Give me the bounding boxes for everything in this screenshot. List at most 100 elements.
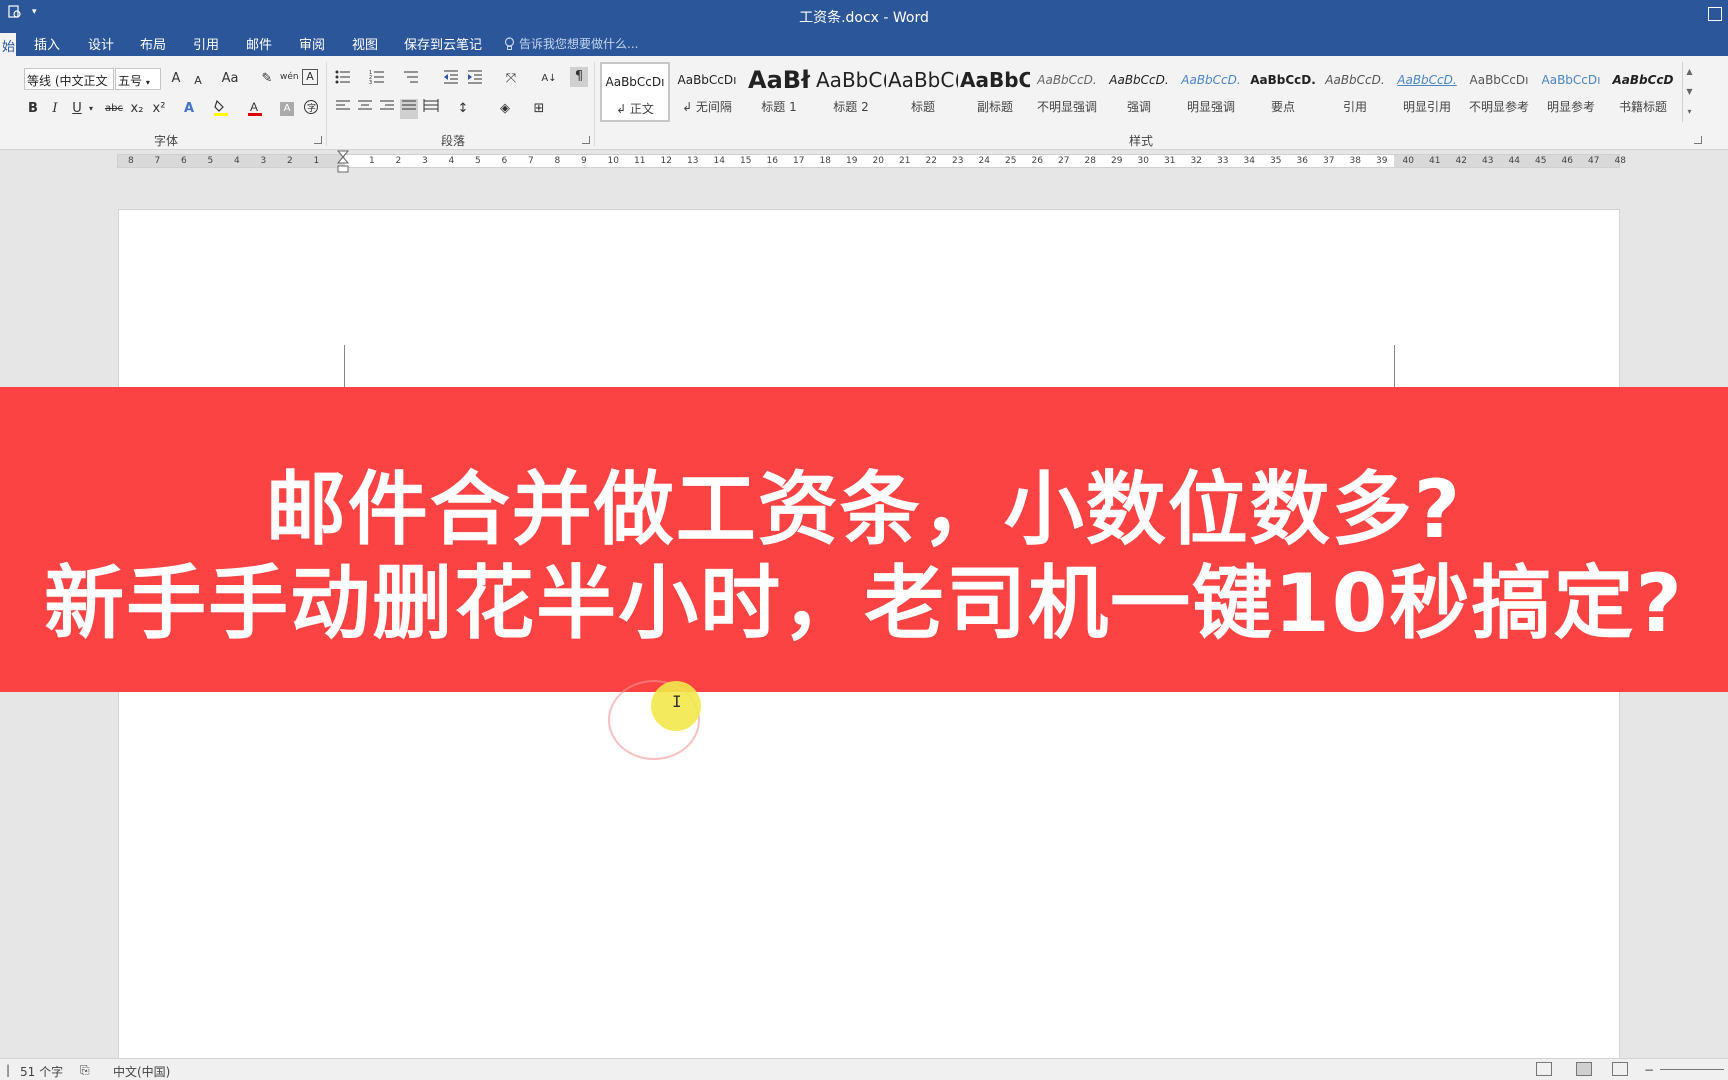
indent-marker-icon[interactable] bbox=[337, 150, 349, 176]
style-item[interactable]: AaBbCcD 书籍标题 bbox=[1608, 62, 1678, 122]
ruler-number: 32 bbox=[1190, 156, 1202, 166]
tab-design[interactable]: 设计 bbox=[84, 34, 118, 53]
strikethrough-button[interactable]: abc bbox=[102, 99, 126, 119]
chevron-up-icon[interactable]: ▲ bbox=[1683, 62, 1696, 82]
text-effects-icon[interactable]: A bbox=[180, 99, 198, 119]
styles-dialog-launcher[interactable] bbox=[1694, 136, 1702, 144]
tab-view[interactable]: 视图 bbox=[348, 34, 382, 53]
restore-window-icon[interactable] bbox=[1708, 7, 1722, 21]
word-count[interactable]: 51 个字 bbox=[20, 1063, 63, 1080]
ruler-number: 40 bbox=[1402, 156, 1414, 166]
ruler-number: 1 bbox=[369, 156, 375, 166]
style-preview: AaBbCcD. bbox=[1250, 73, 1316, 87]
style-item[interactable]: AaBbC(标题 2 bbox=[816, 62, 886, 122]
style-item[interactable]: AaBbCcD. 引用 bbox=[1320, 62, 1390, 122]
style-preview: AaBbCcDı bbox=[1469, 73, 1529, 87]
style-item[interactable]: AaBbCcD. 要点 bbox=[1248, 62, 1318, 122]
ruler-number: 22 bbox=[925, 156, 937, 166]
distributed-icon[interactable] bbox=[422, 99, 440, 119]
chevron-down-icon[interactable]: ▾ bbox=[86, 99, 96, 119]
change-case-button[interactable]: Aa bbox=[218, 69, 242, 89]
shading-icon[interactable]: ◈ bbox=[496, 99, 514, 119]
tab-save-to-cloud-note[interactable]: 保存到云笔记 bbox=[400, 34, 486, 53]
underline-button[interactable]: U bbox=[68, 99, 86, 119]
style-item[interactable]: AaBbCcDı 不明显参考 bbox=[1464, 62, 1534, 122]
phonetic-guide-button[interactable]: wén bbox=[280, 67, 299, 87]
ruler-number: 6 bbox=[181, 156, 187, 166]
increase-indent-icon[interactable] bbox=[466, 69, 484, 89]
ruler-number: 4 bbox=[448, 156, 455, 166]
style-item[interactable]: AaBbC(副标题 bbox=[960, 62, 1030, 122]
char-border-icon[interactable]: A bbox=[302, 69, 318, 85]
chevron-down-icon[interactable]: ▼ bbox=[1683, 82, 1696, 102]
italic-button[interactable]: I bbox=[46, 99, 64, 119]
language-indicator[interactable]: 中文(中国) bbox=[113, 1063, 170, 1080]
ruler-number: 3 bbox=[260, 156, 267, 166]
chinese-layout-icon[interactable]: ⤧ bbox=[498, 69, 524, 89]
group-separator bbox=[326, 62, 327, 146]
multilevel-list-icon[interactable] bbox=[402, 69, 420, 89]
tab-mailings[interactable]: 邮件 bbox=[242, 34, 276, 53]
clear-format-icon[interactable]: ✎ bbox=[258, 69, 276, 89]
style-item[interactable]: AaBbCcDı 明显参考 bbox=[1536, 62, 1606, 122]
style-preview: AaBbCcDı bbox=[1541, 73, 1601, 87]
tab-review[interactable]: 审阅 bbox=[295, 34, 329, 53]
print-layout-icon[interactable] bbox=[1576, 1062, 1592, 1076]
style-item[interactable]: AaBbCcD. 强调 bbox=[1104, 62, 1174, 122]
sort-icon[interactable]: A↓ bbox=[540, 69, 558, 89]
tab-insert[interactable]: 插入 bbox=[30, 34, 64, 53]
shrink-font-button[interactable]: A bbox=[189, 71, 207, 91]
numbering-icon[interactable]: 123 bbox=[368, 69, 386, 89]
style-preview: AaBbC( bbox=[816, 68, 886, 92]
tab-layout[interactable]: 布局 bbox=[136, 34, 170, 53]
ruler-number: 2 bbox=[395, 156, 402, 166]
style-name: 标题 1 bbox=[761, 100, 797, 114]
align-right-icon[interactable] bbox=[378, 99, 396, 119]
style-item[interactable]: AaBł 标题 1 bbox=[744, 62, 814, 122]
enclose-chars-icon[interactable]: 字 bbox=[302, 99, 320, 119]
bullets-icon[interactable] bbox=[334, 69, 352, 89]
char-shading-icon[interactable]: A bbox=[280, 102, 294, 116]
show-marks-icon[interactable]: ¶ bbox=[570, 67, 588, 87]
align-left-icon[interactable] bbox=[334, 99, 352, 119]
tell-me-placeholder: 告诉我您想要做什么... bbox=[519, 37, 639, 51]
zoom-out-icon[interactable]: − bbox=[1644, 1063, 1654, 1077]
style-item[interactable]: AaBbCcD. 不明显强调 bbox=[1032, 62, 1102, 122]
tab-references[interactable]: 引用 bbox=[189, 34, 223, 53]
gallery-more-icon[interactable]: ▾ bbox=[1683, 102, 1696, 122]
bold-button[interactable]: B bbox=[24, 99, 42, 119]
font-dialog-launcher[interactable] bbox=[314, 136, 322, 144]
ruler-number: 31 bbox=[1164, 156, 1176, 166]
read-mode-icon[interactable] bbox=[1536, 1062, 1552, 1076]
style-item[interactable]: AaBbC(标题 bbox=[888, 62, 958, 122]
decrease-indent-icon[interactable] bbox=[442, 69, 460, 89]
gallery-scrollbar[interactable]: ▲ ▼ ▾ bbox=[1682, 62, 1696, 122]
style-item[interactable]: AaBbCcD. 明显强调 bbox=[1176, 62, 1246, 122]
zoom-slider[interactable] bbox=[1660, 1069, 1724, 1070]
subscript-button[interactable]: x₂ bbox=[128, 99, 146, 119]
web-layout-icon[interactable] bbox=[1612, 1062, 1628, 1076]
proofing-icon[interactable]: ⎘ bbox=[80, 1063, 90, 1078]
tell-me-box[interactable]: 告诉我您想要做什么... bbox=[504, 35, 638, 52]
ruler-number: 34 bbox=[1243, 156, 1255, 166]
superscript-button[interactable]: x² bbox=[150, 99, 168, 119]
ruler-number: 33 bbox=[1217, 156, 1229, 166]
justify-icon[interactable] bbox=[400, 99, 418, 119]
grow-font-button[interactable]: A bbox=[167, 69, 185, 89]
style-item[interactable]: AaBbCcDı ↲ 无间隔 bbox=[672, 62, 742, 122]
ruler-number: 43 bbox=[1482, 156, 1494, 166]
paragraph-dialog-launcher[interactable] bbox=[582, 136, 590, 144]
ruler-number: 9 bbox=[581, 156, 587, 166]
align-center-icon[interactable] bbox=[356, 99, 374, 119]
font-size-combo[interactable]: 五号 ▾ bbox=[115, 68, 161, 90]
svg-text:字: 字 bbox=[307, 102, 316, 113]
line-spacing-icon[interactable]: ↕ bbox=[454, 99, 472, 119]
font-name-combo[interactable]: 等线 (中文正文 bbox=[24, 68, 114, 90]
highlight-icon[interactable] bbox=[212, 99, 230, 119]
font-color-icon[interactable]: A bbox=[246, 99, 264, 119]
tab-start[interactable]: 始 bbox=[0, 33, 16, 56]
style-item[interactable]: AaBbCcD. 明显引用 bbox=[1392, 62, 1462, 122]
borders-icon[interactable]: ⊞ bbox=[530, 99, 548, 119]
style-item[interactable]: AaBbCcDı ↲ 正文 bbox=[600, 62, 670, 122]
ruler-number: 29 bbox=[1111, 156, 1123, 166]
